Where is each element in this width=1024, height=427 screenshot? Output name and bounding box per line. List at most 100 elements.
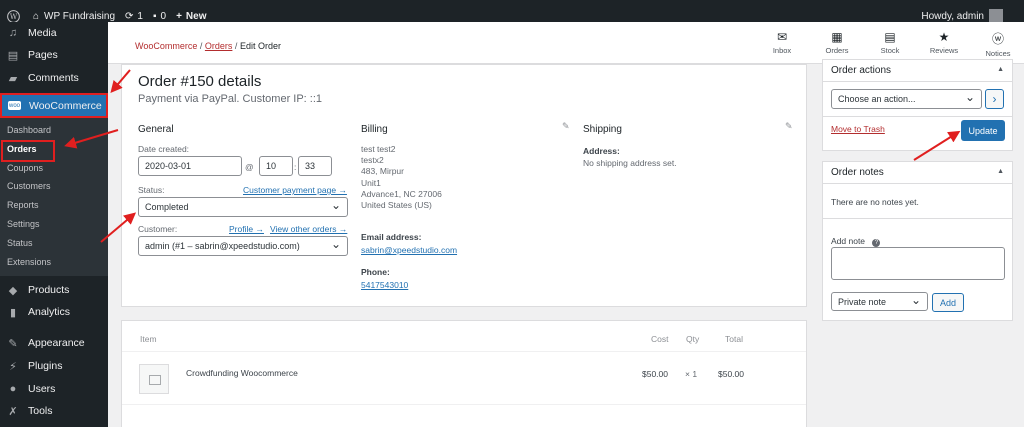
billing-email-link[interactable]: sabrin@xpeedstudio.com — [361, 245, 457, 255]
home-icon: ⌂ — [33, 10, 40, 22]
collapse-arrow-icon[interactable]: ▲ — [997, 66, 1004, 73]
svg-text:W: W — [10, 12, 18, 21]
order-notes-header[interactable]: Order notes ▲ — [823, 162, 1012, 184]
shipping-address-label: Address: — [583, 146, 620, 156]
woocommerce-icon: woo — [8, 101, 21, 110]
sidebar-item-pages[interactable]: ▤ Pages — [0, 44, 108, 66]
item-total: $50.00 — [718, 369, 744, 379]
order-notes-box: Order notes ▲ There are no notes yet. Ad… — [822, 161, 1013, 321]
tab-notices[interactable]: ⓦ Notices — [978, 30, 1018, 58]
email-label: Email address: — [361, 232, 422, 242]
hour-input[interactable]: 10 — [259, 156, 293, 176]
tools-icon: ✗ — [8, 405, 18, 418]
update-button[interactable]: Update — [961, 120, 1005, 141]
shipping-heading: Shipping — [583, 124, 622, 135]
sidebar-item-products[interactable]: ◆ Products — [0, 279, 108, 301]
orders-icon: ▦ — [831, 30, 843, 44]
submenu-item-customers[interactable]: Customers — [7, 181, 51, 191]
comments-icon: ▰ — [8, 72, 18, 85]
note-type-select[interactable]: Private note — [831, 292, 928, 311]
date-created-input[interactable]: 2020-03-01 — [138, 156, 242, 176]
media-icon: ♫ — [8, 27, 18, 39]
orders-highlight-box — [1, 140, 55, 162]
sidebar-item-woocommerce[interactable]: woo WooCommerce — [0, 93, 108, 118]
edit-shipping-pencil-icon[interactable]: ✎ — [785, 121, 793, 132]
profile-link[interactable]: Profile → — [229, 224, 264, 234]
item-cost: $50.00 — [642, 369, 668, 379]
help-tip-icon[interactable]: ? — [872, 239, 881, 247]
submenu-item-extensions[interactable]: Extensions — [7, 257, 51, 267]
add-note-label: Add note ? — [831, 236, 881, 247]
order-items-panel: Item Cost Qty Total Crowdfunding Woocomm… — [121, 320, 807, 427]
product-thumbnail-placeholder-icon — [139, 364, 169, 394]
customer-label: Customer: — [138, 224, 178, 234]
pages-icon: ▤ — [7, 49, 19, 62]
comment-bubble-icon: ▪ — [152, 10, 157, 22]
stock-icon: ▤ — [884, 30, 896, 44]
order-actions-header[interactable]: Order actions ▲ — [823, 60, 1012, 82]
tab-inbox[interactable]: ✉ Inbox — [762, 30, 802, 55]
tab-reviews[interactable]: ★ Reviews — [924, 30, 964, 55]
submenu-item-coupons[interactable]: Coupons — [7, 163, 43, 173]
apply-action-button[interactable]: › — [985, 89, 1004, 109]
order-action-select[interactable]: Choose an action... — [831, 89, 982, 109]
billing-heading: Billing — [361, 124, 388, 135]
sidebar-item-analytics[interactable]: ▮ Analytics — [0, 301, 108, 323]
billing-phone-link[interactable]: 5417543010 — [361, 280, 408, 290]
notices-icon: ⓦ — [991, 32, 1004, 46]
table-row: Crowdfunding Woocommerce $50.00 × 1 $50.… — [122, 353, 806, 405]
plus-icon: + — [176, 10, 182, 22]
edit-billing-pencil-icon[interactable]: ✎ — [562, 121, 570, 132]
move-to-trash-link[interactable]: Move to Trash — [831, 124, 885, 134]
breadcrumb-woocommerce-link[interactable]: WooCommerce — [135, 41, 197, 51]
inbox-icon: ✉ — [776, 30, 788, 44]
breadcrumb: WooCommerce / Orders / Edit Order — [135, 41, 281, 51]
item-column-header: Item — [140, 334, 157, 344]
note-textarea[interactable] — [831, 247, 1005, 280]
woocommerce-header: WooCommerce / Orders / Edit Order ✉ Inbo… — [108, 22, 1024, 64]
sidebar-item-media[interactable]: ♫ Media — [0, 22, 108, 44]
date-created-label: Date created: — [138, 144, 190, 154]
billing-address: test test2 testx2 483, Mirpur Unit1 Adva… — [361, 144, 442, 211]
status-select[interactable]: Completed — [138, 197, 348, 217]
analytics-icon: ▮ — [9, 306, 17, 319]
customer-select[interactable]: admin (#1 – sabrin@xpeedstudio.com) — [138, 236, 348, 256]
no-notes-text: There are no notes yet. — [831, 197, 919, 207]
submenu-item-reports[interactable]: Reports — [7, 200, 39, 210]
order-title: Order #150 details — [138, 73, 262, 90]
qty-column-header: Qty — [686, 334, 700, 344]
status-label: Status: — [138, 185, 165, 195]
breadcrumb-current: Edit Order — [239, 41, 281, 51]
submenu-item-dashboard[interactable]: Dashboard — [7, 125, 51, 135]
products-icon: ◆ — [8, 284, 18, 297]
sidebar-item-tools[interactable]: ✗ Tools — [0, 400, 108, 422]
minute-input[interactable]: 33 — [298, 156, 332, 176]
phone-label: Phone: — [361, 267, 390, 277]
shipping-address-value: No shipping address set. — [583, 158, 677, 168]
reviews-icon: ★ — [938, 30, 950, 44]
add-note-button[interactable]: Add — [932, 293, 964, 312]
admin-sidebar: ♫ Media ▤ Pages ▰ Comments woo WooCommer… — [0, 22, 108, 427]
item-name: Crowdfunding Woocommerce — [186, 368, 298, 378]
collapse-arrow-icon[interactable]: ▲ — [997, 168, 1004, 175]
users-icon: ● — [9, 383, 17, 395]
order-actions-box: Order actions ▲ Choose an action... › Mo… — [822, 59, 1013, 151]
sidebar-item-comments[interactable]: ▰ Comments — [0, 67, 108, 89]
submenu-item-settings[interactable]: Settings — [7, 219, 40, 229]
submenu-item-status[interactable]: Status — [7, 238, 33, 248]
general-heading: General — [138, 124, 174, 135]
view-other-orders-link[interactable]: View other orders → — [270, 224, 347, 234]
customer-payment-page-link[interactable]: Customer payment page → — [243, 185, 347, 195]
tab-orders[interactable]: ▦ Orders — [817, 30, 857, 55]
sidebar-item-appearance[interactable]: ✎ Appearance — [0, 332, 108, 354]
at-label: @ — [245, 162, 254, 172]
breadcrumb-orders-link[interactable]: Orders — [205, 41, 233, 51]
avatar — [989, 9, 1003, 23]
tab-stock[interactable]: ▤ Stock — [870, 30, 910, 55]
total-column-header: Total — [725, 334, 743, 344]
sidebar-item-plugins[interactable]: ⚡ Plugins — [0, 355, 108, 377]
items-header-row: Item Cost Qty Total — [122, 321, 806, 352]
item-qty: × 1 — [685, 369, 698, 379]
order-data-panel: Order #150 details Payment via PayPal. C… — [121, 64, 807, 307]
sidebar-item-users[interactable]: ● Users — [0, 378, 108, 400]
